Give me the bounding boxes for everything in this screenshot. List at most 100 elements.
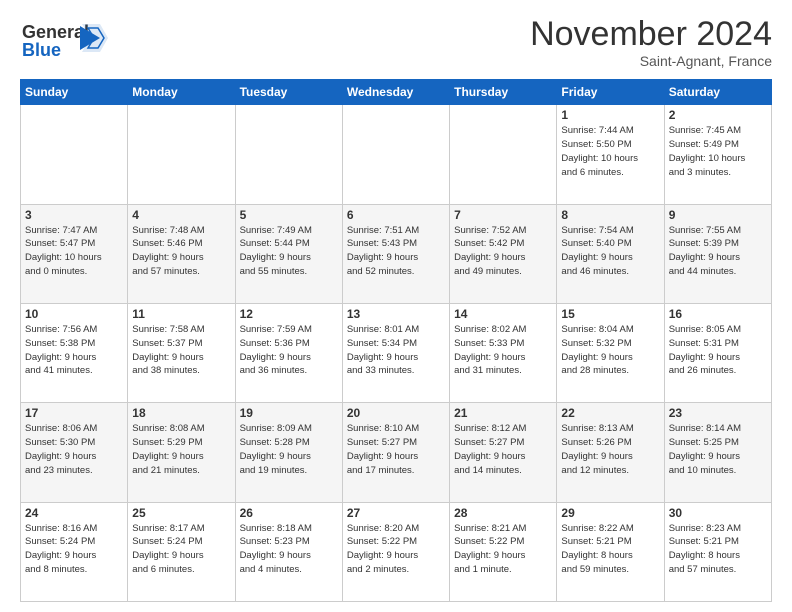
table-row: 10 Sunrise: 7:56 AM Sunset: 5:38 PM Dayli… bbox=[21, 304, 128, 403]
table-row: 18 Sunrise: 8:08 AM Sunset: 5:29 PM Dayli… bbox=[128, 403, 235, 502]
day-number: 28 bbox=[454, 506, 552, 520]
daylight-hours: Sunrise: 7:52 AM Sunset: 5:42 PM Dayligh… bbox=[454, 224, 552, 279]
col-tuesday: Tuesday bbox=[235, 80, 342, 105]
day-number: 7 bbox=[454, 208, 552, 222]
title-block: November 2024 Saint-Agnant, France bbox=[530, 16, 772, 69]
daylight-hours: Sunrise: 7:47 AM Sunset: 5:47 PM Dayligh… bbox=[25, 224, 123, 279]
day-number: 15 bbox=[561, 307, 659, 321]
table-row: 8 Sunrise: 7:54 AM Sunset: 5:40 PM Daylig… bbox=[557, 204, 664, 303]
table-row: 14 Sunrise: 8:02 AM Sunset: 5:33 PM Dayli… bbox=[450, 304, 557, 403]
table-row bbox=[235, 105, 342, 204]
table-row: 27Sunrise: 8:20 AM Sunset: 5:22 PM Dayli… bbox=[342, 502, 449, 601]
daylight-hours: Sunrise: 8:16 AM Sunset: 5:24 PM Dayligh… bbox=[25, 522, 123, 577]
table-row: 4 Sunrise: 7:48 AM Sunset: 5:46 PM Daylig… bbox=[128, 204, 235, 303]
table-row: 25 Sunrise: 8:17 AM Sunset: 5:24 PM Dayli… bbox=[128, 502, 235, 601]
daylight-hours: Sunrise: 7:49 AM Sunset: 5:44 PM Dayligh… bbox=[240, 224, 338, 279]
day-number: 1 bbox=[561, 108, 659, 122]
day-number: 12 bbox=[240, 307, 338, 321]
calendar-table: Sunday Monday Tuesday Wednesday Thursday… bbox=[20, 79, 772, 602]
calendar-week-row: 17 Sunrise: 8:06 AM Sunset: 5:30 PM Dayli… bbox=[21, 403, 772, 502]
daylight-hours: Sunrise: 8:17 AM Sunset: 5:24 PM Dayligh… bbox=[132, 522, 230, 577]
daylight-hours: Sunrise: 8:20 AM Sunset: 5:22 PM Dayligh… bbox=[347, 522, 445, 577]
day-number: 8 bbox=[561, 208, 659, 222]
day-number: 18 bbox=[132, 406, 230, 420]
calendar-week-row: 10 Sunrise: 7:56 AM Sunset: 5:38 PM Dayli… bbox=[21, 304, 772, 403]
col-sunday: Sunday bbox=[21, 80, 128, 105]
table-row: 15Sunrise: 8:04 AM Sunset: 5:32 PM Dayli… bbox=[557, 304, 664, 403]
daylight-hours: Sunrise: 8:23 AM Sunset: 5:21 PM Dayligh… bbox=[669, 522, 767, 577]
page: General Blue November 2024 Saint-Agnant,… bbox=[0, 0, 792, 612]
daylight-hours: Sunrise: 8:01 AM Sunset: 5:34 PM Dayligh… bbox=[347, 323, 445, 378]
daylight-hours: Sunrise: 8:08 AM Sunset: 5:29 PM Dayligh… bbox=[132, 422, 230, 477]
daylight-hours: Sunrise: 8:13 AM Sunset: 5:26 PM Dayligh… bbox=[561, 422, 659, 477]
daylight-hours: Sunrise: 7:59 AM Sunset: 5:36 PM Dayligh… bbox=[240, 323, 338, 378]
daylight-hours: Sunrise: 7:56 AM Sunset: 5:38 PM Dayligh… bbox=[25, 323, 123, 378]
daylight-hours: Sunrise: 8:06 AM Sunset: 5:30 PM Dayligh… bbox=[25, 422, 123, 477]
daylight-hours: Sunrise: 8:05 AM Sunset: 5:31 PM Dayligh… bbox=[669, 323, 767, 378]
daylight-hours: Sunrise: 8:21 AM Sunset: 5:22 PM Dayligh… bbox=[454, 522, 552, 577]
col-thursday: Thursday bbox=[450, 80, 557, 105]
daylight-hours: Sunrise: 8:22 AM Sunset: 5:21 PM Dayligh… bbox=[561, 522, 659, 577]
svg-text:Blue: Blue bbox=[22, 40, 61, 60]
table-row: 12 Sunrise: 7:59 AM Sunset: 5:36 PM Dayli… bbox=[235, 304, 342, 403]
table-row: 19Sunrise: 8:09 AM Sunset: 5:28 PM Dayli… bbox=[235, 403, 342, 502]
day-number: 26 bbox=[240, 506, 338, 520]
table-row: 24 Sunrise: 8:16 AM Sunset: 5:24 PM Dayli… bbox=[21, 502, 128, 601]
day-number: 22 bbox=[561, 406, 659, 420]
daylight-hours: Sunrise: 7:54 AM Sunset: 5:40 PM Dayligh… bbox=[561, 224, 659, 279]
header: General Blue November 2024 Saint-Agnant,… bbox=[20, 16, 772, 69]
table-row: 22 Sunrise: 8:13 AM Sunset: 5:26 PM Dayli… bbox=[557, 403, 664, 502]
day-number: 16 bbox=[669, 307, 767, 321]
day-number: 10 bbox=[25, 307, 123, 321]
table-row: 1 Sunrise: 7:44 AM Sunset: 5:50 PM Daylig… bbox=[557, 105, 664, 204]
day-number: 6 bbox=[347, 208, 445, 222]
calendar-week-row: 1 Sunrise: 7:44 AM Sunset: 5:50 PM Daylig… bbox=[21, 105, 772, 204]
daylight-hours: Sunrise: 7:51 AM Sunset: 5:43 PM Dayligh… bbox=[347, 224, 445, 279]
day-number: 17 bbox=[25, 406, 123, 420]
daylight-hours: Sunrise: 7:44 AM Sunset: 5:50 PM Dayligh… bbox=[561, 124, 659, 179]
day-number: 13 bbox=[347, 307, 445, 321]
daylight-hours: Sunrise: 7:48 AM Sunset: 5:46 PM Dayligh… bbox=[132, 224, 230, 279]
table-row bbox=[21, 105, 128, 204]
table-row: 23 Sunrise: 8:14 AM Sunset: 5:25 PM Dayli… bbox=[664, 403, 771, 502]
daylight-hours: Sunrise: 7:55 AM Sunset: 5:39 PM Dayligh… bbox=[669, 224, 767, 279]
day-number: 11 bbox=[132, 307, 230, 321]
day-number: 14 bbox=[454, 307, 552, 321]
table-row bbox=[342, 105, 449, 204]
table-row: 20Sunrise: 8:10 AM Sunset: 5:27 PM Dayli… bbox=[342, 403, 449, 502]
table-row: 30Sunrise: 8:23 AM Sunset: 5:21 PM Dayli… bbox=[664, 502, 771, 601]
daylight-hours: Sunrise: 8:02 AM Sunset: 5:33 PM Dayligh… bbox=[454, 323, 552, 378]
svg-text:General: General bbox=[22, 22, 89, 42]
table-row bbox=[450, 105, 557, 204]
day-number: 9 bbox=[669, 208, 767, 222]
table-row: 26Sunrise: 8:18 AM Sunset: 5:23 PM Dayli… bbox=[235, 502, 342, 601]
table-row: 6 Sunrise: 7:51 AM Sunset: 5:43 PM Daylig… bbox=[342, 204, 449, 303]
table-row: 28 Sunrise: 8:21 AM Sunset: 5:22 PM Dayli… bbox=[450, 502, 557, 601]
day-number: 4 bbox=[132, 208, 230, 222]
col-saturday: Saturday bbox=[664, 80, 771, 105]
table-row: 11Sunrise: 7:58 AM Sunset: 5:37 PM Dayli… bbox=[128, 304, 235, 403]
day-number: 5 bbox=[240, 208, 338, 222]
calendar-week-row: 24 Sunrise: 8:16 AM Sunset: 5:24 PM Dayli… bbox=[21, 502, 772, 601]
table-row: 16 Sunrise: 8:05 AM Sunset: 5:31 PM Dayli… bbox=[664, 304, 771, 403]
table-row: 13 Sunrise: 8:01 AM Sunset: 5:34 PM Dayli… bbox=[342, 304, 449, 403]
table-row: 3 Sunrise: 7:47 AM Sunset: 5:47 PM Daylig… bbox=[21, 204, 128, 303]
day-number: 2 bbox=[669, 108, 767, 122]
day-number: 3 bbox=[25, 208, 123, 222]
day-number: 29 bbox=[561, 506, 659, 520]
day-number: 21 bbox=[454, 406, 552, 420]
col-monday: Monday bbox=[128, 80, 235, 105]
day-number: 25 bbox=[132, 506, 230, 520]
month-title: November 2024 bbox=[530, 16, 772, 53]
daylight-hours: Sunrise: 7:45 AM Sunset: 5:49 PM Dayligh… bbox=[669, 124, 767, 179]
location: Saint-Agnant, France bbox=[530, 53, 772, 69]
table-row: 5 Sunrise: 7:49 AM Sunset: 5:44 PM Daylig… bbox=[235, 204, 342, 303]
day-number: 24 bbox=[25, 506, 123, 520]
daylight-hours: Sunrise: 8:14 AM Sunset: 5:25 PM Dayligh… bbox=[669, 422, 767, 477]
daylight-hours: Sunrise: 8:12 AM Sunset: 5:27 PM Dayligh… bbox=[454, 422, 552, 477]
day-number: 23 bbox=[669, 406, 767, 420]
logo-svg: General Blue bbox=[20, 16, 110, 64]
day-number: 19 bbox=[240, 406, 338, 420]
table-row: 29 Sunrise: 8:22 AM Sunset: 5:21 PM Dayli… bbox=[557, 502, 664, 601]
table-row: 9 Sunrise: 7:55 AM Sunset: 5:39 PM Daylig… bbox=[664, 204, 771, 303]
